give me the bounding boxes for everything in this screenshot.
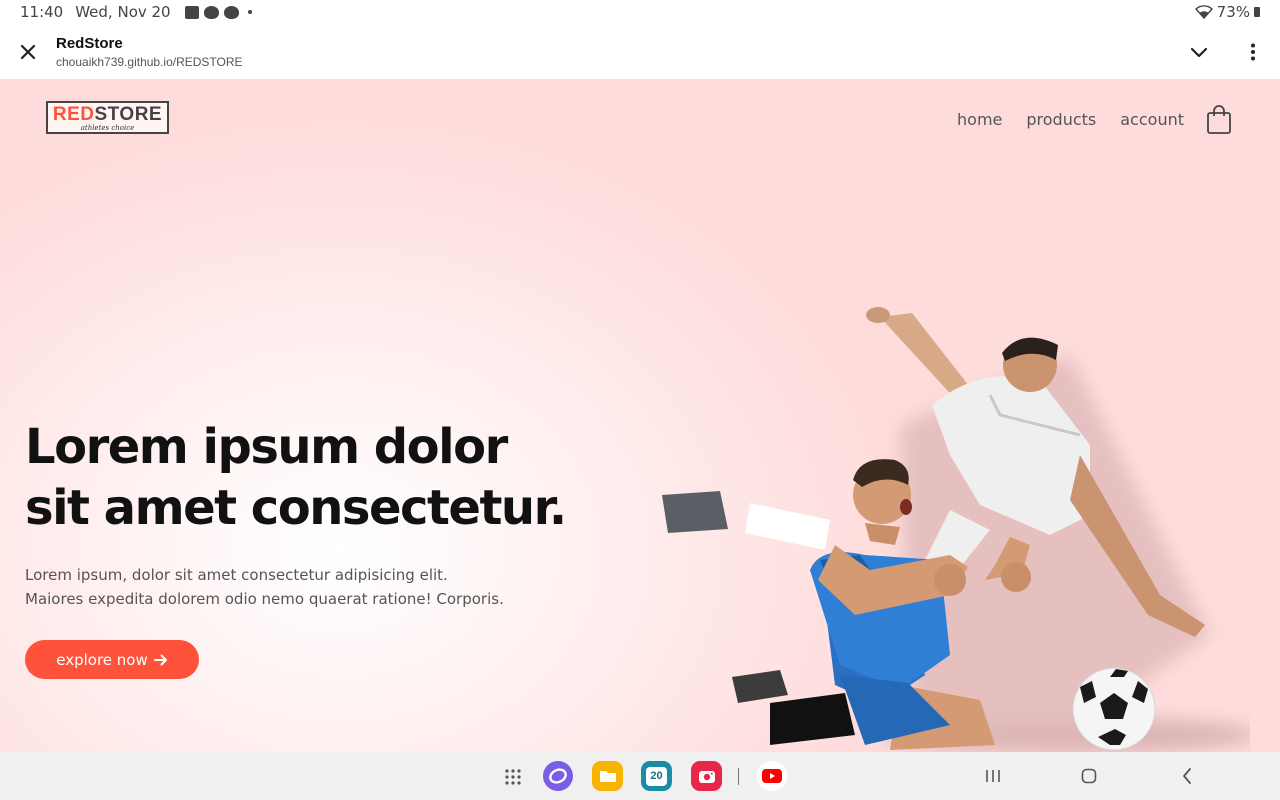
nav-home[interactable]: home: [957, 105, 1002, 135]
calendar-icon: 20: [646, 766, 667, 786]
explore-now-button[interactable]: explore now: [25, 640, 199, 679]
battery-percent: 73%: [1216, 3, 1250, 21]
status-date: Wed, Nov 20: [75, 3, 171, 21]
folder-icon: [599, 771, 616, 782]
internet-app[interactable]: [543, 761, 573, 791]
nav-products[interactable]: products: [1026, 105, 1096, 135]
apps-button[interactable]: [499, 765, 527, 789]
site-nav: home products account: [933, 104, 1234, 136]
battery-icon: [1254, 7, 1260, 17]
gallery-icon: [184, 5, 199, 19]
explore-now-label: explore now: [56, 650, 148, 669]
home-button[interactable]: [1074, 762, 1104, 790]
close-icon: [20, 44, 36, 59]
logo-dark-text: STORE: [94, 104, 163, 125]
hero-text-line2: Maiores expedita dolorem odio nemo quaer…: [25, 590, 504, 608]
nav-account[interactable]: account: [1120, 105, 1184, 135]
internet-icon: [549, 768, 567, 784]
webpage: REDSTORE athletes choice home products a…: [0, 80, 1280, 752]
minimize-tab-button[interactable]: [1172, 24, 1226, 80]
arrow-right-icon: [153, 654, 167, 665]
logo-tagline: athletes choice: [80, 124, 135, 132]
back-chevron-icon: [1183, 768, 1191, 784]
apps-grid-icon: [505, 769, 521, 785]
page-url: chouaikh739.github.io/REDSTORE: [56, 54, 243, 69]
dock-divider: [738, 768, 739, 785]
redstore-logo[interactable]: REDSTORE athletes choice: [46, 101, 169, 134]
hero-image-footballers: [662, 307, 1250, 752]
calendar-app[interactable]: 20: [641, 761, 672, 791]
status-time: 11:40: [20, 3, 64, 21]
status-bar: 11:40 Wed, Nov 20 73%: [0, 0, 1280, 24]
shopping-bag-icon: [1207, 105, 1231, 134]
weather-icon: [203, 5, 219, 19]
back-button[interactable]: [1172, 762, 1202, 790]
more-notifications-dot: [247, 10, 252, 14]
hero-description: Lorem ipsum, dolor sit amet consectetur …: [25, 563, 504, 611]
recents-icon: [986, 770, 1000, 782]
wifi-icon: [1194, 5, 1213, 19]
hero-title: Lorem ipsum dolor sit amet consectetur.: [25, 417, 567, 539]
files-app[interactable]: [592, 761, 623, 791]
hero-title-line1: Lorem ipsum dolor: [25, 419, 508, 475]
camera-app[interactable]: [691, 761, 722, 791]
cart-button[interactable]: [1206, 104, 1234, 136]
browser-toolbar: RedStore chouaikh739.github.io/REDSTORE: [0, 24, 1280, 80]
more-vert-icon: [1251, 43, 1255, 60]
logo-red-text: RED: [52, 104, 95, 125]
page-title: RedStore: [56, 34, 123, 52]
camera-icon: [698, 771, 715, 783]
youtube-icon: [762, 769, 782, 783]
hero-text-line1: Lorem ipsum, dolor sit amet consectetur …: [25, 566, 448, 584]
youtube-app[interactable]: [757, 761, 787, 791]
more-options-button[interactable]: [1226, 24, 1280, 80]
page-info[interactable]: RedStore chouaikh739.github.io/REDSTORE: [56, 34, 243, 70]
hero-title-line2: sit amet consectetur.: [25, 480, 567, 536]
close-tab-button[interactable]: [0, 24, 56, 80]
chevron-down-icon: [1190, 47, 1208, 57]
system-nav-bar: 20: [0, 752, 1280, 800]
recent-apps-button[interactable]: [978, 762, 1008, 790]
home-icon: [1081, 768, 1097, 784]
cloud-icon: [223, 5, 239, 19]
